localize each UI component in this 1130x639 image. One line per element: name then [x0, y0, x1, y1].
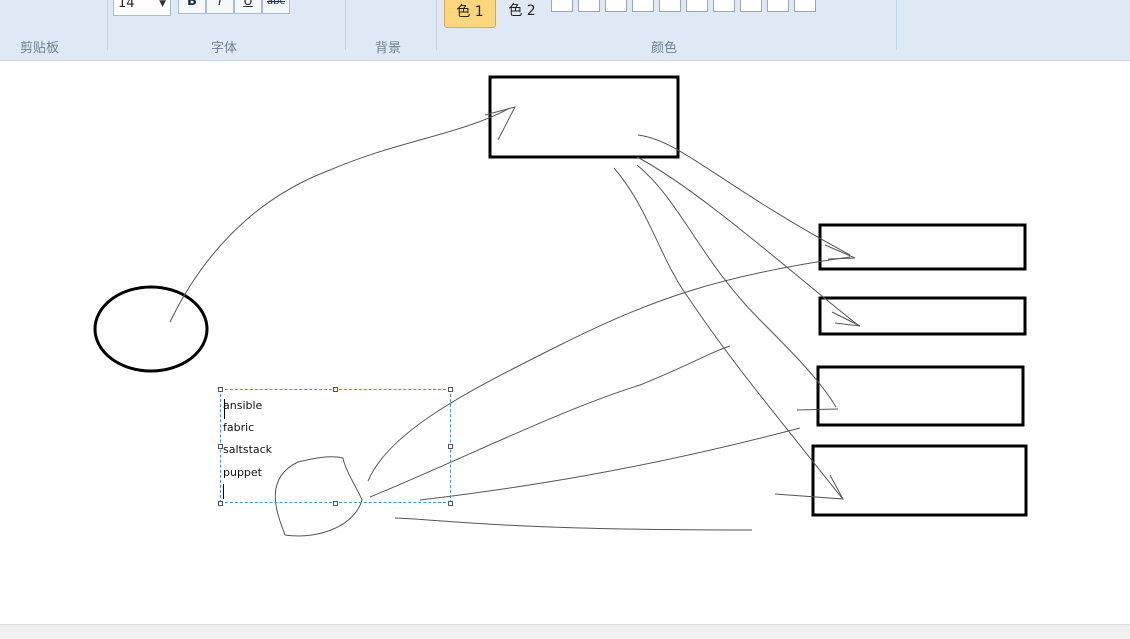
target-box-4	[811, 444, 1028, 517]
text-line-ansible: ansible	[223, 399, 263, 412]
group-label-font: 字体	[211, 41, 238, 56]
arrow-line	[637, 134, 851, 256]
status-bar	[0, 624, 1130, 639]
font-size-select[interactable]: 14 ▼	[113, 0, 171, 16]
target-box-1	[818, 223, 1027, 271]
resize-handle[interactable]	[333, 387, 338, 392]
target-box-2	[818, 296, 1027, 336]
arrowhead	[824, 244, 856, 260]
resize-handle[interactable]	[448, 501, 453, 506]
target-box-3	[816, 365, 1025, 427]
color-swatch[interactable]	[578, 0, 600, 12]
color-swatch[interactable]	[551, 0, 573, 12]
group-separator	[896, 0, 897, 50]
group-separator	[345, 0, 346, 50]
arrow-line	[169, 107, 511, 323]
top-box	[488, 75, 680, 159]
group-label-background: 背景	[375, 41, 402, 56]
color-swatch[interactable]	[605, 0, 627, 12]
resize-handle[interactable]	[448, 387, 453, 392]
text-line-puppet: puppet	[223, 466, 262, 479]
resize-handle[interactable]	[448, 444, 453, 449]
color-swatch[interactable]	[632, 0, 654, 12]
resize-handle[interactable]	[218, 501, 223, 506]
source-ellipse	[93, 285, 209, 373]
arrow-line	[419, 427, 801, 501]
color2-button[interactable]: 色 2	[500, 0, 544, 28]
color-swatch[interactable]	[713, 0, 735, 12]
group-separator	[436, 0, 437, 50]
arrow-line	[613, 167, 843, 499]
color-swatch[interactable]	[686, 0, 708, 12]
color-swatch[interactable]	[740, 0, 762, 12]
group-label-clipboard: 剪贴板	[20, 41, 60, 56]
text-caret	[223, 484, 224, 499]
drawing-canvas[interactable]	[0, 61, 1130, 624]
color-swatch[interactable]	[659, 0, 681, 12]
color-swatch[interactable]	[794, 0, 816, 12]
color-swatch[interactable]	[767, 0, 789, 12]
text-line-saltstack: saltstack	[223, 443, 273, 456]
group-separator	[107, 0, 108, 50]
ibeam-cursor-icon	[224, 399, 225, 419]
arrowhead	[831, 311, 861, 327]
italic-button[interactable]: I	[206, 0, 234, 14]
strikethrough-button[interactable]: abc	[262, 0, 290, 14]
arrow-line	[394, 517, 753, 531]
text-line-fabric: fabric	[223, 421, 255, 434]
resize-handle[interactable]	[218, 387, 223, 392]
color1-button[interactable]: 色 1	[444, 0, 496, 28]
underline-button[interactable]: U	[234, 0, 262, 14]
arrow-line	[796, 408, 839, 411]
font-size-value: 14	[118, 0, 135, 11]
group-label-colors: 颜色	[651, 41, 678, 56]
bold-button[interactable]: B	[178, 0, 206, 14]
resize-handle[interactable]	[333, 501, 338, 506]
ribbon-toolbar: 剪贴板 14 ▼ B I U abc 字体 背景 色 1 色 2 颜色	[0, 0, 1130, 61]
arrow-line	[636, 164, 837, 408]
chevron-down-icon: ▼	[159, 0, 166, 9]
